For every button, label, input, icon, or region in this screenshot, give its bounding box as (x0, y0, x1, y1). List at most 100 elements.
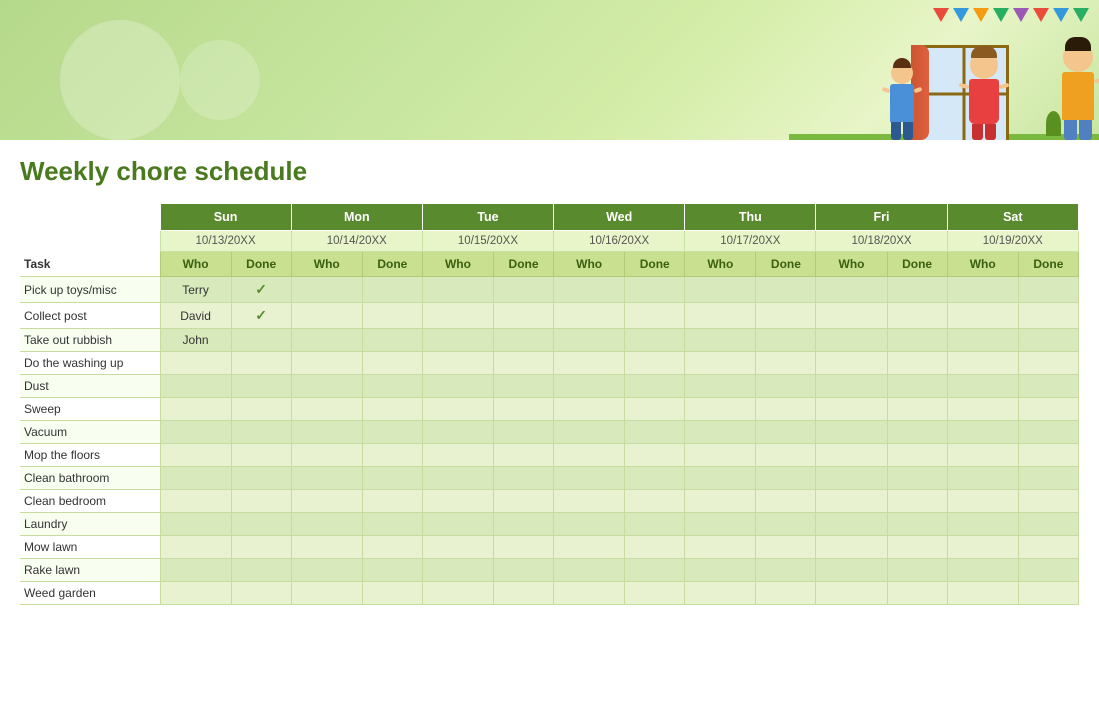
cell-who-day4[interactable] (685, 582, 756, 605)
cell-done-day0[interactable]: ✓ (231, 277, 291, 303)
cell-who-day0[interactable]: John (160, 329, 231, 352)
cell-who-day6[interactable] (947, 582, 1018, 605)
cell-who-day2[interactable] (422, 421, 493, 444)
cell-who-day3[interactable] (554, 559, 625, 582)
cell-who-day2[interactable] (422, 329, 493, 352)
cell-done-day3[interactable] (625, 536, 685, 559)
cell-done-day6[interactable] (1018, 352, 1078, 375)
cell-who-day6[interactable] (947, 421, 1018, 444)
cell-done-day0[interactable] (231, 467, 291, 490)
cell-done-day2[interactable] (494, 398, 554, 421)
cell-who-day1[interactable] (291, 329, 362, 352)
cell-done-day3[interactable] (625, 398, 685, 421)
cell-done-day4[interactable] (756, 513, 816, 536)
cell-who-day6[interactable] (947, 329, 1018, 352)
cell-who-day3[interactable] (554, 536, 625, 559)
cell-done-day5[interactable] (887, 513, 947, 536)
cell-done-day3[interactable] (625, 329, 685, 352)
cell-done-day5[interactable] (887, 421, 947, 444)
cell-done-day0[interactable]: ✓ (231, 303, 291, 329)
cell-done-day2[interactable] (494, 444, 554, 467)
cell-who-day0[interactable] (160, 536, 231, 559)
cell-who-day1[interactable] (291, 582, 362, 605)
cell-who-day6[interactable] (947, 467, 1018, 490)
cell-done-day3[interactable] (625, 582, 685, 605)
cell-who-day3[interactable] (554, 352, 625, 375)
cell-done-day0[interactable] (231, 536, 291, 559)
cell-done-day6[interactable] (1018, 536, 1078, 559)
cell-who-day5[interactable] (816, 536, 887, 559)
cell-done-day4[interactable] (756, 352, 816, 375)
cell-done-day1[interactable] (362, 559, 422, 582)
cell-done-day4[interactable] (756, 559, 816, 582)
cell-who-day4[interactable] (685, 352, 756, 375)
cell-who-day4[interactable] (685, 421, 756, 444)
cell-done-day0[interactable] (231, 398, 291, 421)
cell-who-day1[interactable] (291, 398, 362, 421)
cell-done-day3[interactable] (625, 444, 685, 467)
cell-done-day6[interactable] (1018, 582, 1078, 605)
cell-who-day1[interactable] (291, 490, 362, 513)
cell-who-day2[interactable] (422, 536, 493, 559)
cell-who-day2[interactable] (422, 490, 493, 513)
cell-done-day2[interactable] (494, 375, 554, 398)
cell-done-day5[interactable] (887, 277, 947, 303)
cell-who-day3[interactable] (554, 513, 625, 536)
cell-done-day1[interactable] (362, 582, 422, 605)
cell-done-day0[interactable] (231, 352, 291, 375)
cell-who-day5[interactable] (816, 490, 887, 513)
cell-done-day5[interactable] (887, 536, 947, 559)
cell-who-day4[interactable] (685, 513, 756, 536)
cell-who-day3[interactable] (554, 329, 625, 352)
cell-who-day1[interactable] (291, 277, 362, 303)
cell-who-day5[interactable] (816, 467, 887, 490)
cell-done-day5[interactable] (887, 467, 947, 490)
cell-done-day1[interactable] (362, 490, 422, 513)
cell-who-day0[interactable] (160, 375, 231, 398)
cell-done-day1[interactable] (362, 352, 422, 375)
cell-who-day5[interactable] (816, 513, 887, 536)
cell-done-day3[interactable] (625, 421, 685, 444)
cell-who-day0[interactable] (160, 513, 231, 536)
cell-done-day6[interactable] (1018, 559, 1078, 582)
cell-done-day1[interactable] (362, 467, 422, 490)
cell-who-day5[interactable] (816, 398, 887, 421)
cell-done-day6[interactable] (1018, 444, 1078, 467)
cell-done-day6[interactable] (1018, 421, 1078, 444)
cell-done-day4[interactable] (756, 467, 816, 490)
cell-done-day5[interactable] (887, 375, 947, 398)
cell-done-day0[interactable] (231, 421, 291, 444)
cell-done-day5[interactable] (887, 329, 947, 352)
cell-done-day2[interactable] (494, 513, 554, 536)
cell-done-day4[interactable] (756, 329, 816, 352)
cell-who-day6[interactable] (947, 559, 1018, 582)
cell-done-day2[interactable] (494, 352, 554, 375)
cell-who-day6[interactable] (947, 398, 1018, 421)
cell-who-day5[interactable] (816, 375, 887, 398)
cell-who-day3[interactable] (554, 582, 625, 605)
cell-done-day4[interactable] (756, 303, 816, 329)
cell-done-day6[interactable] (1018, 277, 1078, 303)
cell-who-day3[interactable] (554, 467, 625, 490)
cell-done-day5[interactable] (887, 303, 947, 329)
cell-done-day1[interactable] (362, 513, 422, 536)
cell-done-day6[interactable] (1018, 398, 1078, 421)
cell-done-day4[interactable] (756, 375, 816, 398)
cell-who-day5[interactable] (816, 329, 887, 352)
cell-done-day3[interactable] (625, 375, 685, 398)
cell-who-day3[interactable] (554, 444, 625, 467)
cell-who-day5[interactable] (816, 352, 887, 375)
cell-who-day6[interactable] (947, 536, 1018, 559)
cell-who-day5[interactable] (816, 444, 887, 467)
cell-who-day6[interactable] (947, 277, 1018, 303)
cell-who-day2[interactable] (422, 277, 493, 303)
cell-who-day4[interactable] (685, 467, 756, 490)
cell-done-day6[interactable] (1018, 329, 1078, 352)
cell-done-day2[interactable] (494, 421, 554, 444)
cell-who-day4[interactable] (685, 559, 756, 582)
cell-who-day4[interactable] (685, 490, 756, 513)
cell-who-day4[interactable] (685, 303, 756, 329)
cell-who-day4[interactable] (685, 375, 756, 398)
cell-who-day1[interactable] (291, 467, 362, 490)
cell-done-day0[interactable] (231, 444, 291, 467)
